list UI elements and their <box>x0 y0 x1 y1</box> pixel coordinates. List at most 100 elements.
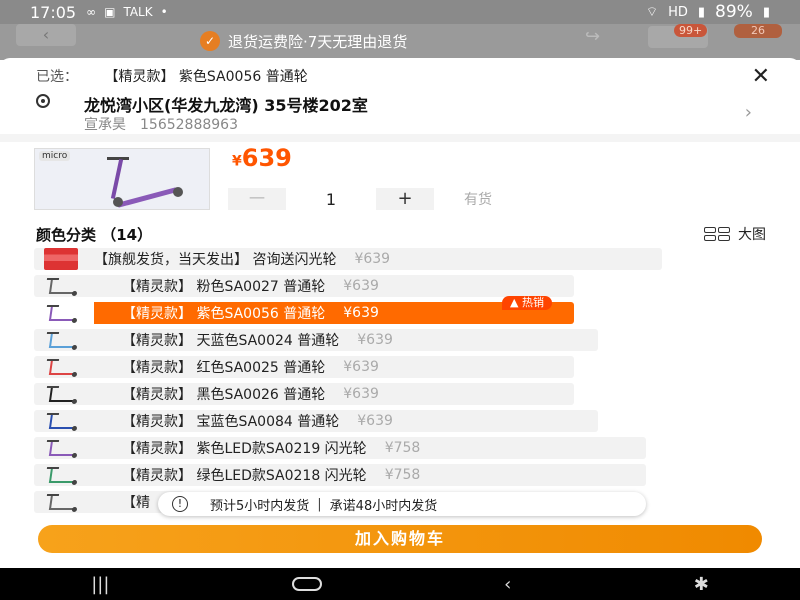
option-thumb <box>34 437 94 459</box>
option-label: 【精灵款】 宝蓝色SA0084 普通轮 <box>122 414 340 430</box>
option-thumb <box>34 356 94 378</box>
chevron-right-icon: › <box>744 102 752 123</box>
option-thumb <box>34 464 94 486</box>
toast-promise: 承诺48小时内发货 <box>329 498 438 514</box>
status-icons: ∞ ▣ TALK • <box>86 5 168 19</box>
option-price: ¥639 <box>343 359 379 375</box>
status-time: 17:05 <box>30 2 77 22</box>
option-black[interactable]: 【精灵款】 黑色SA0026 普通轮 ¥639 <box>34 383 574 405</box>
chevron-left-icon: ‹ <box>42 25 50 44</box>
service-banner: ✓ 退货运费险·7天无理由退货 <box>200 30 407 52</box>
sku-sheet: 已选： 【精灵款】 紫色SA0056 普通轮 ✕ 龙悦湾小区(华发九龙湾) 35… <box>0 58 800 568</box>
contact-name: 宣承昊 <box>84 117 126 133</box>
option-royal-blue[interactable]: 【精灵款】 宝蓝色SA0084 普通轮 ¥639 <box>34 410 598 432</box>
add-to-cart-button[interactable]: 加入购物车 <box>38 525 762 553</box>
selected-summary: 已选： 【精灵款】 紫色SA0056 普通轮 <box>36 66 308 86</box>
grid-icon <box>704 227 730 241</box>
option-label: 【精灵款】 绿色LED款SA0218 闪光轮 <box>122 468 367 484</box>
option-price: ¥639 <box>343 305 379 321</box>
option-thumb <box>34 383 94 405</box>
selected-label: 已选： <box>36 69 78 85</box>
option-price: ¥639 <box>357 332 393 348</box>
status-right: ⌔ HD ▮ 89% ▮ <box>646 2 770 22</box>
talk-icon: TALK <box>123 5 153 19</box>
option-label: 【精灵款】 红色SA0025 普通轮 <box>122 360 326 376</box>
price-amount: 639 <box>241 144 292 172</box>
scooter-image <box>95 157 185 208</box>
hot-sale-tag: ▲ 热销 <box>502 296 552 310</box>
selected-value: 【精灵款】 紫色SA0056 普通轮 <box>104 69 308 85</box>
option-thumb <box>44 248 78 270</box>
accessibility-icon[interactable]: ✱ <box>694 574 709 595</box>
infinity-icon: ∞ <box>86 5 97 19</box>
signal-icon: ▮ <box>697 4 706 20</box>
info-icon: ! <box>172 496 188 512</box>
more-badge: 26 <box>734 24 782 38</box>
product-price: ¥639 <box>232 144 292 172</box>
home-icon[interactable] <box>291 577 322 591</box>
option-flagship[interactable]: 【旗舰发货，当天发出】 咨询送闪光轮 ¥639 <box>34 248 662 270</box>
option-pink[interactable]: 【精灵款】 粉色SA0027 普通轮 ¥639 <box>34 275 574 297</box>
contact-phone: 15652888963 <box>140 117 238 133</box>
option-red[interactable]: 【精灵款】 红色SA0025 普通轮 ¥639 <box>34 356 574 378</box>
status-bar: 17:05 ∞ ▣ TALK • ⌔ HD ▮ 89% ▮ <box>0 0 800 24</box>
increase-button[interactable]: + <box>376 188 434 210</box>
quantity-value[interactable]: 1 <box>286 190 376 209</box>
flame-icon: ▲ <box>510 296 519 309</box>
option-purple-led[interactable]: 【精灵款】 紫色LED款SA0219 闪光轮 ¥758 <box>34 437 646 459</box>
back-icon[interactable]: ‹ <box>504 574 511 595</box>
currency-symbol: ¥ <box>232 153 242 170</box>
recent-apps-icon[interactable]: ||| <box>91 574 109 595</box>
option-price: ¥639 <box>343 278 379 294</box>
option-label: 【精灵款】 黑色SA0026 普通轮 <box>122 387 326 403</box>
brand-logo: micro <box>39 151 71 161</box>
option-label: 【精 <box>122 495 150 511</box>
option-label: 【精灵款】 紫色SA0056 普通轮 <box>122 306 326 322</box>
big-view-label: 大图 <box>738 227 766 243</box>
big-view-toggle[interactable]: 大图 <box>704 224 766 244</box>
hot-sale-label: 热销 <box>521 296 544 309</box>
option-thumb <box>34 491 94 513</box>
dot-icon: • <box>160 5 168 19</box>
option-price: ¥758 <box>384 467 421 483</box>
battery-level: 89% <box>715 2 753 22</box>
image-icon: ▣ <box>104 5 116 19</box>
option-label: 【精灵款】 粉色SA0027 普通轮 <box>122 279 326 295</box>
option-label: 【精灵款】 紫色LED款SA0219 闪光轮 <box>122 441 367 457</box>
close-icon[interactable]: ✕ <box>752 64 770 89</box>
banner-text: 退货运费险·7天无理由退货 <box>228 32 408 51</box>
toast-separator: | <box>317 496 322 512</box>
back-button[interactable]: ‹ <box>16 24 76 46</box>
option-price: ¥758 <box>384 440 421 456</box>
decrease-button[interactable]: 一 <box>228 188 286 210</box>
address-contact: 宣承昊 15652888963 <box>84 114 238 134</box>
quantity-stepper: 一 1 + 有货 <box>228 188 492 210</box>
network-label: HD <box>668 4 688 20</box>
option-thumb <box>34 275 94 297</box>
option-thumb <box>34 410 94 432</box>
wifi-icon: ⌔ <box>645 5 659 20</box>
option-thumb <box>34 302 94 324</box>
cart-badge: 99+ <box>674 24 708 37</box>
system-nav-bar: ||| ‹ ✱ <box>0 568 800 600</box>
product-image[interactable]: micro <box>34 148 210 210</box>
option-green-led[interactable]: 【精灵款】 绿色LED款SA0218 闪光轮 ¥758 <box>34 464 646 486</box>
toast-estimate: 预计5小时内发货 <box>210 498 310 514</box>
option-label: 【精灵款】 天蓝色SA0024 普通轮 <box>122 333 340 349</box>
option-price: ¥639 <box>357 413 393 429</box>
option-thumb <box>34 329 94 351</box>
option-purple[interactable]: 【精灵款】 紫色SA0056 普通轮 ¥639 <box>34 302 574 324</box>
option-label: 【旗舰发货，当天发出】 咨询送闪光轮 <box>94 252 337 268</box>
location-pin-icon <box>36 94 50 108</box>
option-sky-blue[interactable]: 【精灵款】 天蓝色SA0024 普通轮 ¥639 <box>34 329 598 351</box>
share-icon[interactable]: ↪ <box>585 26 621 47</box>
stock-status: 有货 <box>464 192 492 208</box>
color-section-title: 颜色分类 （14） <box>36 226 153 244</box>
option-price: ¥639 <box>343 386 379 402</box>
address-street: 龙悦湾小区(华发九龙湾) 35号楼202室 <box>84 96 368 115</box>
battery-icon: ▮ <box>762 4 770 20</box>
option-price: ¥639 <box>354 251 391 267</box>
shield-icon: ✓ <box>200 31 220 51</box>
screen: 17:05 ∞ ▣ TALK • ⌔ HD ▮ 89% ▮ ‹ ✓ 退货运费险·… <box>0 0 800 600</box>
shipping-toast: ! 预计5小时内发货 | 承诺48小时内发货 <box>158 492 646 516</box>
